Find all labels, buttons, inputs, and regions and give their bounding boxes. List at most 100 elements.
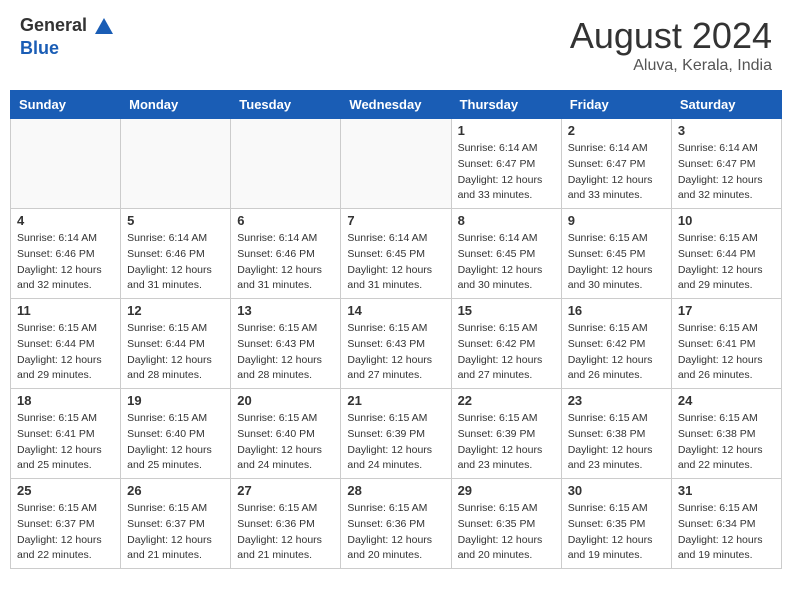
col-thursday: Thursday	[451, 91, 561, 119]
calendar-week-3: 11 Sunrise: 6:15 AM Sunset: 6:44 PM Dayli…	[11, 299, 782, 389]
calendar-cell	[121, 119, 231, 209]
calendar-cell: 1 Sunrise: 6:14 AM Sunset: 6:47 PM Daylig…	[451, 119, 561, 209]
calendar-cell: 29 Sunrise: 6:15 AM Sunset: 6:35 PM Dayli…	[451, 479, 561, 569]
day-info: Sunrise: 6:15 AM Sunset: 6:40 PM Dayligh…	[237, 411, 334, 474]
day-number: 16	[568, 303, 665, 318]
day-number: 8	[458, 213, 555, 228]
day-number: 20	[237, 393, 334, 408]
calendar-cell: 24 Sunrise: 6:15 AM Sunset: 6:38 PM Dayli…	[671, 389, 781, 479]
day-info: Sunrise: 6:15 AM Sunset: 6:38 PM Dayligh…	[568, 411, 665, 474]
calendar-cell: 7Sunrise: 6:14 AM Sunset: 6:45 PM Daylig…	[341, 209, 451, 299]
day-info: Sunrise: 6:15 AM Sunset: 6:37 PM Dayligh…	[17, 501, 114, 564]
col-friday: Friday	[561, 91, 671, 119]
calendar-cell: 2 Sunrise: 6:14 AM Sunset: 6:47 PM Daylig…	[561, 119, 671, 209]
calendar-cell: 9 Sunrise: 6:15 AM Sunset: 6:45 PM Daylig…	[561, 209, 671, 299]
calendar-cell: 22Sunrise: 6:15 AM Sunset: 6:39 PM Dayli…	[451, 389, 561, 479]
day-info: Sunrise: 6:15 AM Sunset: 6:44 PM Dayligh…	[678, 231, 775, 294]
day-number: 9	[568, 213, 665, 228]
day-number: 18	[17, 393, 114, 408]
day-number: 15	[458, 303, 555, 318]
day-number: 31	[678, 483, 775, 498]
calendar-table: Sunday Monday Tuesday Wednesday Thursday…	[10, 90, 782, 569]
calendar-week-1: 1 Sunrise: 6:14 AM Sunset: 6:47 PM Daylig…	[11, 119, 782, 209]
calendar-cell	[11, 119, 121, 209]
day-info: Sunrise: 6:15 AM Sunset: 6:35 PM Dayligh…	[568, 501, 665, 564]
day-info: Sunrise: 6:15 AM Sunset: 6:42 PM Dayligh…	[458, 321, 555, 384]
day-info: Sunrise: 6:15 AM Sunset: 6:39 PM Dayligh…	[347, 411, 444, 474]
day-number: 30	[568, 483, 665, 498]
calendar-cell: 15 Sunrise: 6:15 AM Sunset: 6:42 PM Dayli…	[451, 299, 561, 389]
day-number: 24	[678, 393, 775, 408]
day-number: 2	[568, 123, 665, 138]
calendar-week-5: 25Sunrise: 6:15 AM Sunset: 6:37 PM Dayli…	[11, 479, 782, 569]
day-info: Sunrise: 6:15 AM Sunset: 6:41 PM Dayligh…	[17, 411, 114, 474]
calendar-cell: 20 Sunrise: 6:15 AM Sunset: 6:40 PM Dayli…	[231, 389, 341, 479]
day-info: Sunrise: 6:15 AM Sunset: 6:35 PM Dayligh…	[458, 501, 555, 564]
location: Aluva, Kerala, India	[570, 57, 772, 75]
calendar-cell: 23Sunrise: 6:15 AM Sunset: 6:38 PM Dayli…	[561, 389, 671, 479]
day-info: Sunrise: 6:15 AM Sunset: 6:44 PM Dayligh…	[127, 321, 224, 384]
day-number: 27	[237, 483, 334, 498]
logo: General Blue	[20, 15, 116, 59]
calendar-cell: 12 Sunrise: 6:15 AM Sunset: 6:44 PM Dayli…	[121, 299, 231, 389]
day-info: Sunrise: 6:14 AM Sunset: 6:46 PM Dayligh…	[17, 231, 114, 294]
logo-icon	[93, 16, 115, 38]
day-info: Sunrise: 6:14 AM Sunset: 6:46 PM Dayligh…	[127, 231, 224, 294]
day-number: 13	[237, 303, 334, 318]
day-info: Sunrise: 6:14 AM Sunset: 6:47 PM Dayligh…	[458, 141, 555, 204]
calendar-header-row: Sunday Monday Tuesday Wednesday Thursday…	[11, 91, 782, 119]
day-info: Sunrise: 6:15 AM Sunset: 6:38 PM Dayligh…	[678, 411, 775, 474]
day-number: 4	[17, 213, 114, 228]
day-number: 1	[458, 123, 555, 138]
calendar-cell	[341, 119, 451, 209]
day-info: Sunrise: 6:15 AM Sunset: 6:37 PM Dayligh…	[127, 501, 224, 564]
calendar-cell: 28Sunrise: 6:15 AM Sunset: 6:36 PM Dayli…	[341, 479, 451, 569]
day-info: Sunrise: 6:15 AM Sunset: 6:39 PM Dayligh…	[458, 411, 555, 474]
day-number: 3	[678, 123, 775, 138]
day-info: Sunrise: 6:14 AM Sunset: 6:47 PM Dayligh…	[678, 141, 775, 204]
calendar-cell: 16 Sunrise: 6:15 AM Sunset: 6:42 PM Dayli…	[561, 299, 671, 389]
day-number: 6	[237, 213, 334, 228]
col-tuesday: Tuesday	[231, 91, 341, 119]
day-info: Sunrise: 6:14 AM Sunset: 6:45 PM Dayligh…	[347, 231, 444, 294]
day-info: Sunrise: 6:15 AM Sunset: 6:45 PM Dayligh…	[568, 231, 665, 294]
calendar-week-4: 18 Sunrise: 6:15 AM Sunset: 6:41 PM Dayli…	[11, 389, 782, 479]
calendar-week-2: 4 Sunrise: 6:14 AM Sunset: 6:46 PM Daylig…	[11, 209, 782, 299]
month-year: August 2024	[570, 15, 772, 57]
calendar-cell: 11Sunrise: 6:15 AM Sunset: 6:44 PM Dayli…	[11, 299, 121, 389]
day-number: 29	[458, 483, 555, 498]
day-info: Sunrise: 6:15 AM Sunset: 6:41 PM Dayligh…	[678, 321, 775, 384]
day-info: Sunrise: 6:14 AM Sunset: 6:47 PM Dayligh…	[568, 141, 665, 204]
col-wednesday: Wednesday	[341, 91, 451, 119]
day-info: Sunrise: 6:15 AM Sunset: 6:34 PM Dayligh…	[678, 501, 775, 564]
day-info: Sunrise: 6:15 AM Sunset: 6:36 PM Dayligh…	[237, 501, 334, 564]
col-sunday: Sunday	[11, 91, 121, 119]
day-info: Sunrise: 6:15 AM Sunset: 6:42 PM Dayligh…	[568, 321, 665, 384]
calendar-cell: 19 Sunrise: 6:15 AM Sunset: 6:40 PM Dayli…	[121, 389, 231, 479]
calendar-cell	[231, 119, 341, 209]
day-info: Sunrise: 6:15 AM Sunset: 6:40 PM Dayligh…	[127, 411, 224, 474]
calendar-cell: 18 Sunrise: 6:15 AM Sunset: 6:41 PM Dayli…	[11, 389, 121, 479]
logo-blue: Blue	[20, 38, 59, 58]
calendar-cell: 4 Sunrise: 6:14 AM Sunset: 6:46 PM Daylig…	[11, 209, 121, 299]
calendar-cell: 27 Sunrise: 6:15 AM Sunset: 6:36 PM Dayli…	[231, 479, 341, 569]
logo-text: General Blue	[20, 15, 116, 59]
day-number: 12	[127, 303, 224, 318]
day-number: 11	[17, 303, 114, 318]
calendar-cell: 25Sunrise: 6:15 AM Sunset: 6:37 PM Dayli…	[11, 479, 121, 569]
calendar-cell: 14Sunrise: 6:15 AM Sunset: 6:43 PM Dayli…	[341, 299, 451, 389]
page-header: General Blue August 2024 Aluva, Kerala, …	[10, 10, 782, 80]
day-number: 28	[347, 483, 444, 498]
calendar-cell: 3 Sunrise: 6:14 AM Sunset: 6:47 PM Daylig…	[671, 119, 781, 209]
day-number: 26	[127, 483, 224, 498]
col-saturday: Saturday	[671, 91, 781, 119]
day-number: 14	[347, 303, 444, 318]
calendar-cell: 31 Sunrise: 6:15 AM Sunset: 6:34 PM Dayli…	[671, 479, 781, 569]
calendar-cell: 21Sunrise: 6:15 AM Sunset: 6:39 PM Dayli…	[341, 389, 451, 479]
day-info: Sunrise: 6:14 AM Sunset: 6:45 PM Dayligh…	[458, 231, 555, 294]
calendar-cell: 6Sunrise: 6:14 AM Sunset: 6:46 PM Daylig…	[231, 209, 341, 299]
calendar-cell: 13Sunrise: 6:15 AM Sunset: 6:43 PM Dayli…	[231, 299, 341, 389]
calendar-cell: 17Sunrise: 6:15 AM Sunset: 6:41 PM Dayli…	[671, 299, 781, 389]
calendar-cell: 30 Sunrise: 6:15 AM Sunset: 6:35 PM Dayli…	[561, 479, 671, 569]
day-number: 19	[127, 393, 224, 408]
